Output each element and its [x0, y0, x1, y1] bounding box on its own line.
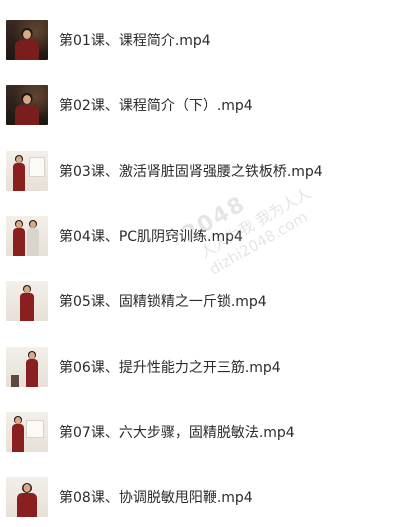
lesson-thumbnail	[6, 281, 48, 321]
lesson-title[interactable]: 第08课、协调脱敏甩阳鞭.mp4	[59, 489, 253, 507]
lesson-row-04[interactable]: 第04课、PC肌阴窍训练.mp4	[0, 216, 417, 266]
instructor-figure	[12, 218, 26, 256]
lesson-title[interactable]: 第06课、提升性能力之开三筋.mp4	[59, 359, 281, 377]
lesson-row-02[interactable]: 第02课、课程简介（下）.mp4	[0, 85, 417, 135]
lesson-thumbnail	[6, 412, 48, 452]
instructor-figure	[10, 414, 26, 452]
instructor-figure	[14, 89, 40, 125]
lesson-thumbnail	[6, 477, 48, 517]
student-figure	[26, 218, 40, 256]
instructor-figure	[24, 349, 40, 387]
lesson-thumbnail	[6, 85, 48, 125]
lesson-title[interactable]: 第03课、激活肾脏固肾强腰之铁板桥.mp4	[59, 163, 323, 181]
instructor-figure	[16, 479, 38, 517]
lesson-row-07[interactable]: 第07课、六大步骤，固精脱敏法.mp4	[0, 412, 417, 462]
instructor-figure	[18, 283, 36, 321]
lesson-title[interactable]: 第04课、PC肌阴窍训练.mp4	[59, 228, 243, 246]
lesson-thumbnail	[6, 216, 48, 256]
lesson-row-05[interactable]: 第05课、固精锁精之一斤锁.mp4	[0, 281, 417, 331]
lesson-title[interactable]: 第05课、固精锁精之一斤锁.mp4	[59, 293, 267, 311]
lesson-title[interactable]: 第02课、课程简介（下）.mp4	[59, 97, 253, 115]
whiteboard-shape	[26, 420, 44, 438]
lesson-title[interactable]: 第01课、课程简介.mp4	[59, 32, 211, 50]
lesson-row-06[interactable]: 第06课、提升性能力之开三筋.mp4	[0, 347, 417, 397]
instructor-figure	[14, 24, 40, 60]
lesson-thumbnail	[6, 151, 48, 191]
lesson-row-08[interactable]: 第08课、协调脱敏甩阳鞭.mp4	[0, 477, 417, 527]
lesson-thumbnail	[6, 347, 48, 387]
whiteboard-shape	[29, 157, 45, 177]
lesson-title[interactable]: 第07课、六大步骤，固精脱敏法.mp4	[59, 424, 295, 442]
lesson-thumbnail	[6, 20, 48, 60]
instructor-figure	[11, 153, 27, 191]
lesson-file-list: 第01课、课程简介.mp4 第02课、课程简介（下）.mp4 第03课、激活肾脏…	[0, 0, 417, 517]
lesson-row-03[interactable]: 第03课、激活肾脏固肾强腰之铁板桥.mp4	[0, 151, 417, 201]
lesson-row-01[interactable]: 第01课、课程简介.mp4	[0, 20, 417, 70]
